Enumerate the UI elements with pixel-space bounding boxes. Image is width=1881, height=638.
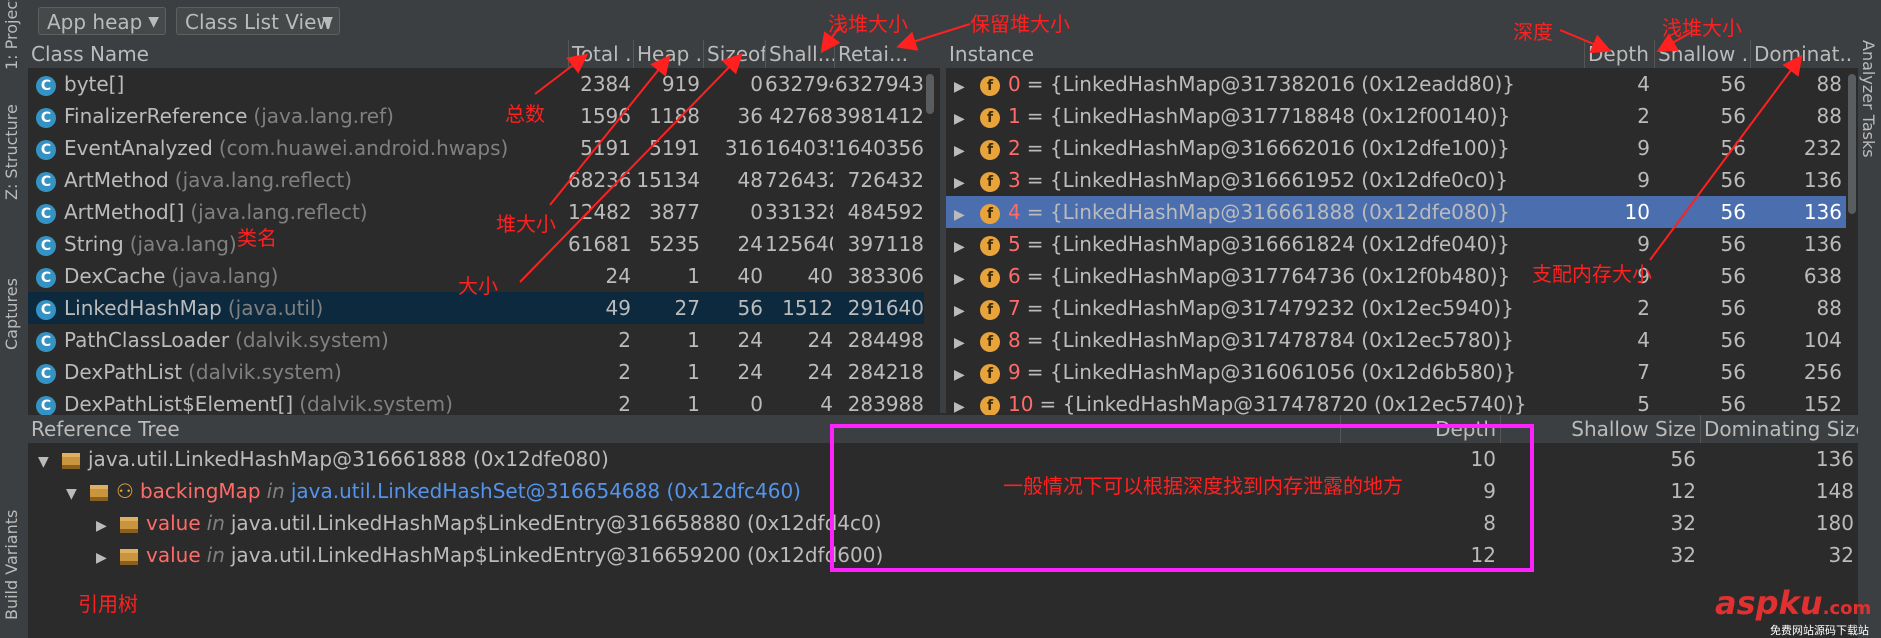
annotation-total: 总数 bbox=[505, 102, 545, 126]
watermark-brand: aspku bbox=[1715, 584, 1823, 622]
annotation-heap: 堆大小 bbox=[496, 212, 556, 236]
annotation-shallow-right: 浅堆大小 bbox=[1662, 16, 1742, 40]
annotation-reference-tree: 引用树 bbox=[78, 592, 138, 616]
arrow-retained-top bbox=[896, 23, 971, 51]
highlight-box bbox=[830, 424, 1534, 572]
arrow-size bbox=[519, 53, 743, 283]
annotation-retained-top: 保留堆大小 bbox=[970, 12, 1070, 36]
watermark: aspku.com 免费网站源码下载站 bbox=[1715, 584, 1875, 637]
arrow-depth bbox=[1559, 29, 1612, 54]
annotation-classname: 类名 bbox=[237, 226, 277, 250]
arrow-total bbox=[534, 53, 589, 95]
annotation-size: 大小 bbox=[458, 274, 498, 298]
annotation-shallow-top: 浅堆大小 bbox=[828, 12, 908, 36]
watermark-suffix: .com bbox=[1822, 598, 1872, 619]
arrow-dominating bbox=[1649, 54, 1803, 261]
annotation-dominating: 支配内存大小 bbox=[1532, 262, 1652, 286]
annotation-depth: 深度 bbox=[1513, 20, 1553, 44]
arrow-heap bbox=[549, 54, 671, 206]
watermark-sub: 免费网站源码下载站 bbox=[1770, 624, 1869, 637]
